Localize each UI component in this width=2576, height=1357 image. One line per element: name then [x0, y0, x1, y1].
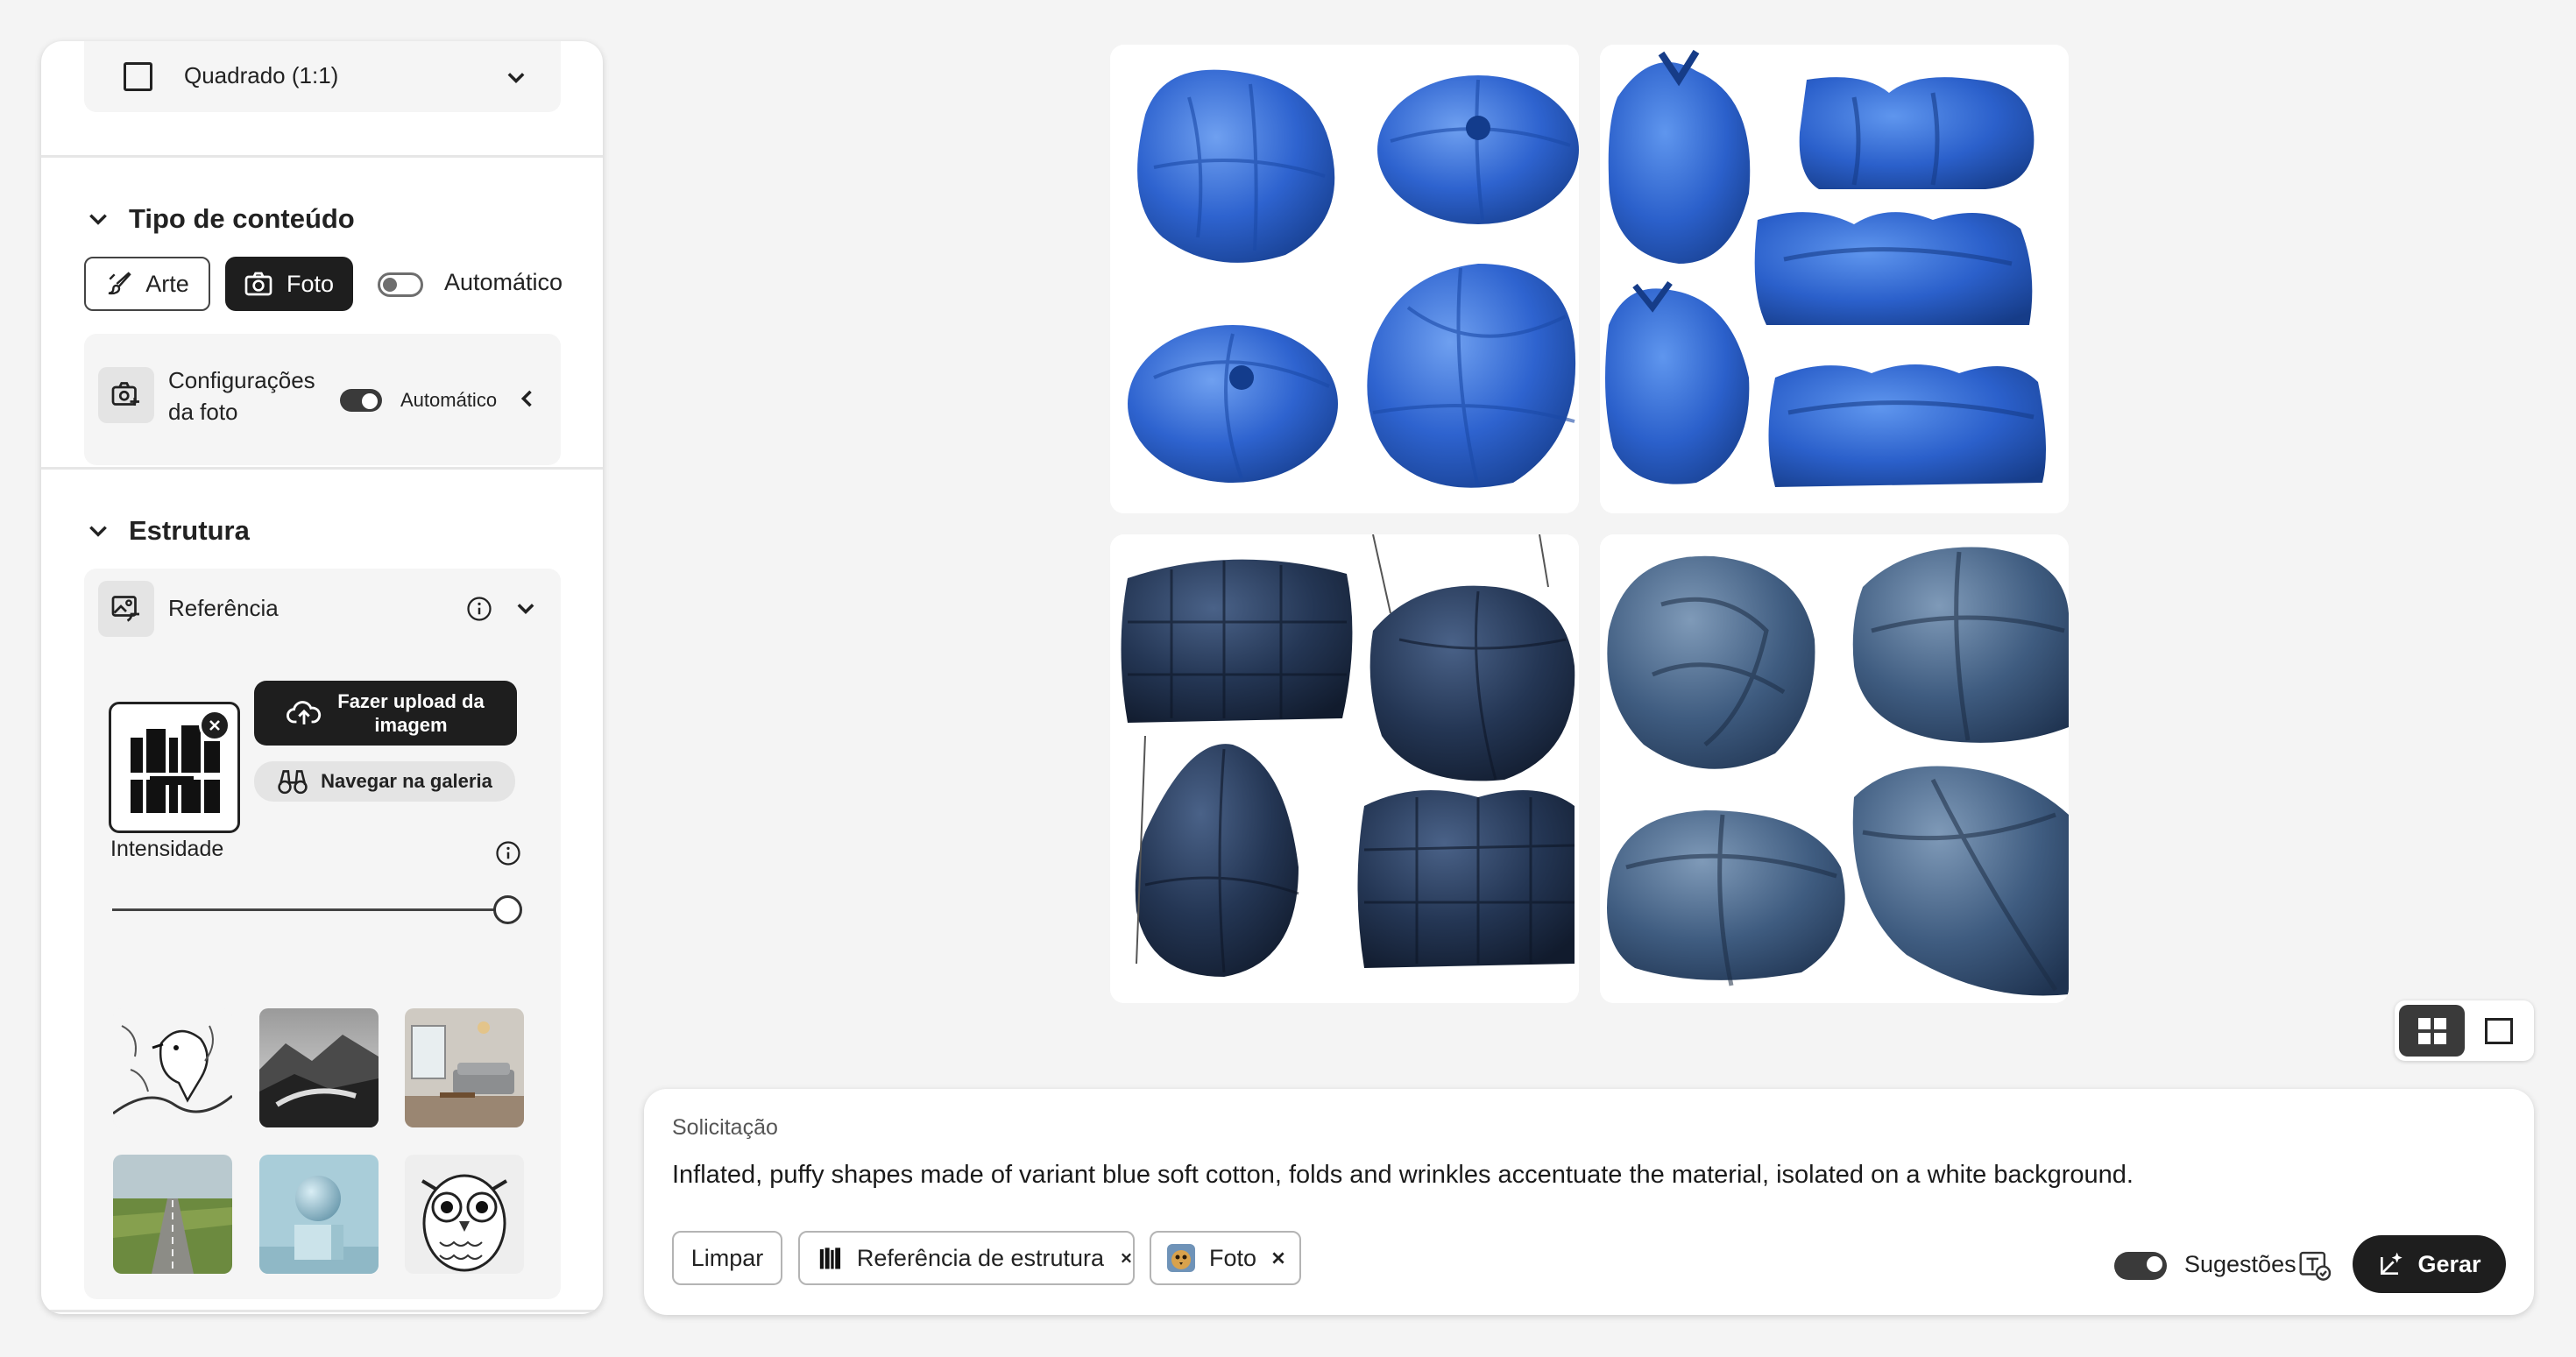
reference-thumbnail[interactable] [109, 702, 240, 833]
upload-label-1: Fazer upload da [337, 690, 485, 712]
camera-icon [244, 272, 272, 296]
paintbrush-icon [109, 272, 131, 295]
close-icon[interactable] [1120, 1250, 1133, 1266]
upload-image-button[interactable]: Fazer upload da imagem [254, 681, 517, 746]
reference-card: Referência Fazer upload da imagem Navega… [84, 569, 561, 1299]
square-icon [124, 62, 152, 91]
intensity-slider-handle[interactable] [493, 895, 522, 924]
suggestions-toggle[interactable] [2114, 1252, 2167, 1280]
cloud-upload-icon [287, 701, 322, 724]
view-mode-switcher [2395, 1000, 2534, 1061]
photo-settings-auto-toggle[interactable] [340, 389, 382, 412]
preset-sketch-bird[interactable] [113, 1008, 232, 1127]
section-title: Estrutura [129, 515, 250, 546]
preset-living-room[interactable] [405, 1008, 524, 1127]
chevron-down-icon [89, 214, 107, 225]
single-view-button[interactable] [2468, 1005, 2530, 1057]
chevron-down-icon [504, 66, 528, 90]
browse-gallery-label: Navegar na galeria [321, 770, 492, 792]
upload-label-2: imagem [374, 714, 448, 736]
settings-panel: Quadrado (1:1) Tipo de conteúdo Arte Fot… [41, 41, 603, 1314]
photo-settings-auto-label: Automático [400, 389, 498, 411]
chevron-left-icon[interactable] [515, 386, 540, 411]
tag-label: Referência de estrutura [856, 1244, 1105, 1271]
divider [41, 1310, 603, 1312]
generated-image-4[interactable] [1600, 534, 2069, 1003]
remove-reference-icon[interactable] [199, 710, 230, 741]
preset-owl-sketch[interactable] [405, 1155, 524, 1274]
preset-rural-road[interactable] [113, 1155, 232, 1274]
photo-settings-label-1: Configurações [168, 367, 315, 393]
reference-label: Referência [168, 595, 279, 621]
info-icon[interactable] [466, 596, 492, 622]
content-type-header[interactable]: Tipo de conteúdo [87, 203, 355, 235]
divider [41, 155, 603, 158]
browse-gallery-button[interactable]: Navegar na galeria [254, 761, 515, 802]
tag-label: Foto [1209, 1244, 1257, 1271]
preset-misty-mountains[interactable] [259, 1008, 379, 1127]
auto-content-label: Automático [444, 269, 563, 295]
art-button[interactable]: Arte [84, 257, 210, 311]
reference-image-icon [98, 581, 154, 637]
art-label: Arte [145, 270, 189, 297]
photo-label: Foto [286, 270, 335, 297]
info-icon[interactable] [495, 840, 521, 866]
generated-image-1[interactable] [1110, 45, 1579, 513]
suggestions-label: Sugestões [2184, 1251, 2296, 1277]
intensity-label: Intensidade [110, 837, 224, 861]
generate-sparkle-icon [2381, 1252, 2403, 1275]
aspect-ratio-dropdown[interactable]: Quadrado (1:1) [84, 41, 561, 112]
preset-sphere-on-cube[interactable] [259, 1155, 379, 1274]
chevron-down-icon[interactable] [513, 597, 538, 621]
generate-button[interactable]: Gerar [2353, 1235, 2506, 1293]
prompt-input[interactable]: Inflated, puffy shapes made of variant b… [672, 1161, 2134, 1190]
square-icon [2485, 1018, 2513, 1044]
close-icon[interactable] [1270, 1250, 1286, 1266]
photo-button[interactable]: Foto [225, 257, 353, 311]
divider [41, 467, 603, 470]
aspect-ratio-label: Quadrado (1:1) [184, 62, 339, 88]
structure-reference-tag: Referência de estrutura [798, 1231, 1135, 1285]
grid-icon [2418, 1018, 2446, 1044]
clear-button[interactable]: Limpar [672, 1231, 782, 1285]
generated-image-2[interactable] [1600, 45, 2069, 513]
binoculars-icon [278, 770, 308, 795]
photo-settings-card[interactable]: Configurações da foto Automático [84, 334, 561, 465]
section-title: Tipo de conteúdo [129, 203, 355, 234]
camera-settings-icon [98, 367, 154, 423]
clear-label: Limpar [690, 1244, 764, 1271]
structure-header[interactable]: Estrutura [87, 515, 250, 547]
generate-label: Gerar [2417, 1250, 2481, 1277]
prompt-label: Solicitação [672, 1115, 778, 1140]
structure-reference-thumb-icon [819, 1247, 841, 1269]
text-suggestion-icon[interactable] [2298, 1250, 2332, 1282]
intensity-slider-track[interactable] [112, 908, 498, 911]
grid-view-button[interactable] [2399, 1005, 2465, 1057]
generated-image-3[interactable] [1110, 534, 1579, 1003]
photo-tag: Foto [1150, 1231, 1301, 1285]
chevron-down-icon [89, 526, 107, 537]
auto-content-toggle[interactable] [378, 272, 423, 297]
photo-thumb-icon [1167, 1244, 1195, 1272]
photo-settings-label-2: da foto [168, 399, 238, 425]
